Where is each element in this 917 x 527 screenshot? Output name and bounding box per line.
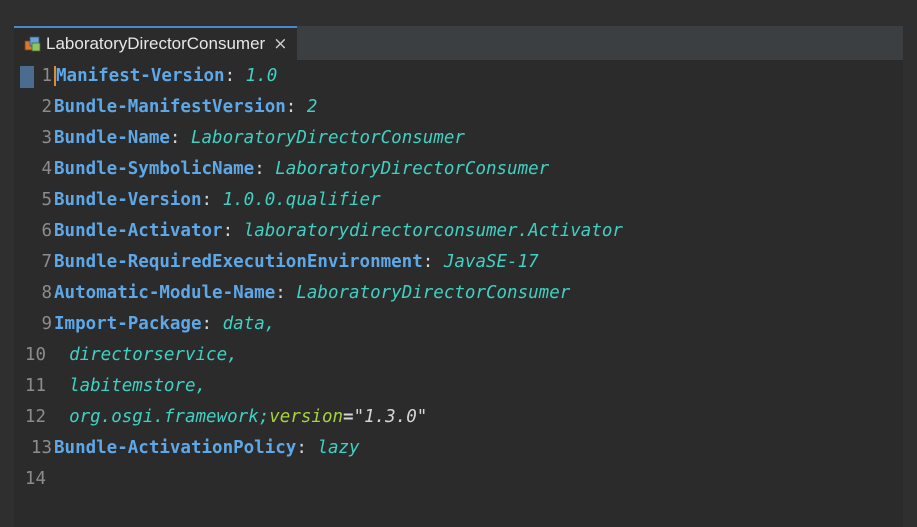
code-line[interactable]: 3 Bundle-Name: LaboratoryDirectorConsumer [14,124,465,152]
line-number: 3 [41,128,52,148]
code-line[interactable]: 14 [14,465,48,493]
line-number: 8 [41,283,52,303]
code-line[interactable]: 11 labitemstore, [14,372,206,400]
manifest-key: Bundle-Name [54,128,170,148]
code-line[interactable]: 7 Bundle-RequiredExecutionEnvironment: Ja… [14,248,539,276]
manifest-value: LaboratoryDirectorConsumer [275,159,550,179]
code-line[interactable]: 13 Bundle-ActivationPolicy: lazy [14,434,360,462]
code-line[interactable]: 1 Manifest-Version: 1.0 [14,62,277,90]
line-number: 1 [41,66,52,86]
manifest-value: 1.0 [245,66,278,86]
code-line[interactable]: 2 Bundle-ManifestVersion: 2 [14,93,317,121]
manifest-value: LaboratoryDirectorConsumer [190,128,465,148]
line-number: 4 [41,159,52,179]
manifest-value: data, [222,314,276,334]
code-line[interactable]: 4 Bundle-SymbolicName: LaboratoryDirector… [14,155,549,183]
manifest-value: 1.0.0.qualifier [222,190,381,210]
tab-laboratory-director-consumer[interactable]: LaboratoryDirectorConsumer × [14,26,298,60]
code-line[interactable]: 12 org.osgi.framework; version = "1.3.0" [14,403,427,431]
manifest-editor[interactable]: 1 Manifest-Version: 1.0 2 Bundle-ManifestV… [14,60,903,527]
line-number: 6 [41,221,52,241]
manifest-key: Bundle-Activator [54,221,223,241]
line-number: 13 [30,438,52,458]
attribute-name: version [269,407,344,427]
manifest-value: JavaSE-17 [443,252,539,272]
line-number: 5 [41,190,52,210]
editor-tab-bar: LaboratoryDirectorConsumer × [14,26,903,61]
plugin-manifest-icon [24,35,42,53]
manifest-key: Import-Package [54,314,202,334]
code-line[interactable]: 10 directorservice, [14,341,238,369]
line-number: 12 [24,407,46,427]
manifest-key: Automatic-Module-Name [54,283,276,303]
continuation-value: org.osgi.framework; [69,407,270,427]
line-number: 9 [41,314,52,334]
manifest-key: Bundle-RequiredExecutionEnvironment [54,252,423,272]
line-number: 2 [41,97,52,117]
manifest-key: Bundle-ManifestVersion [54,97,286,117]
tab-label: LaboratoryDirectorConsumer [46,34,266,53]
manifest-key: Bundle-SymbolicName [54,159,255,179]
close-icon[interactable]: × [273,34,287,54]
line-number: 7 [41,252,52,272]
line-number: 11 [24,376,46,396]
continuation-value: directorservice, [69,345,238,365]
manifest-key: Bundle-ActivationPolicy [54,438,297,458]
manifest-value: lazy [317,438,360,458]
manifest-value: LaboratoryDirectorConsumer [296,283,571,303]
attribute-string: "1.3.0" [353,407,428,427]
line-number: 14 [24,469,46,489]
manifest-value: 2 [306,97,318,117]
attribute-equals: = [343,407,354,427]
manifest-key: Manifest-Version [56,66,225,86]
code-line[interactable]: 9 Import-Package: data, [14,310,275,338]
code-line[interactable]: 5 Bundle-Version: 1.0.0.qualifier [14,186,381,214]
code-line[interactable]: 6 Bundle-Activator: laboratorydirectorcon… [14,217,623,245]
manifest-key: Bundle-Version [54,190,202,210]
continuation-value: labitemstore, [69,376,207,396]
manifest-value: laboratorydirectorconsumer.Activator [243,221,623,241]
editor-window: LaboratoryDirectorConsumer × 1 Manifest-V… [0,0,917,527]
line-number: 10 [24,345,46,365]
code-line[interactable]: 8 Automatic-Module-Name: LaboratoryDirect… [14,279,570,307]
